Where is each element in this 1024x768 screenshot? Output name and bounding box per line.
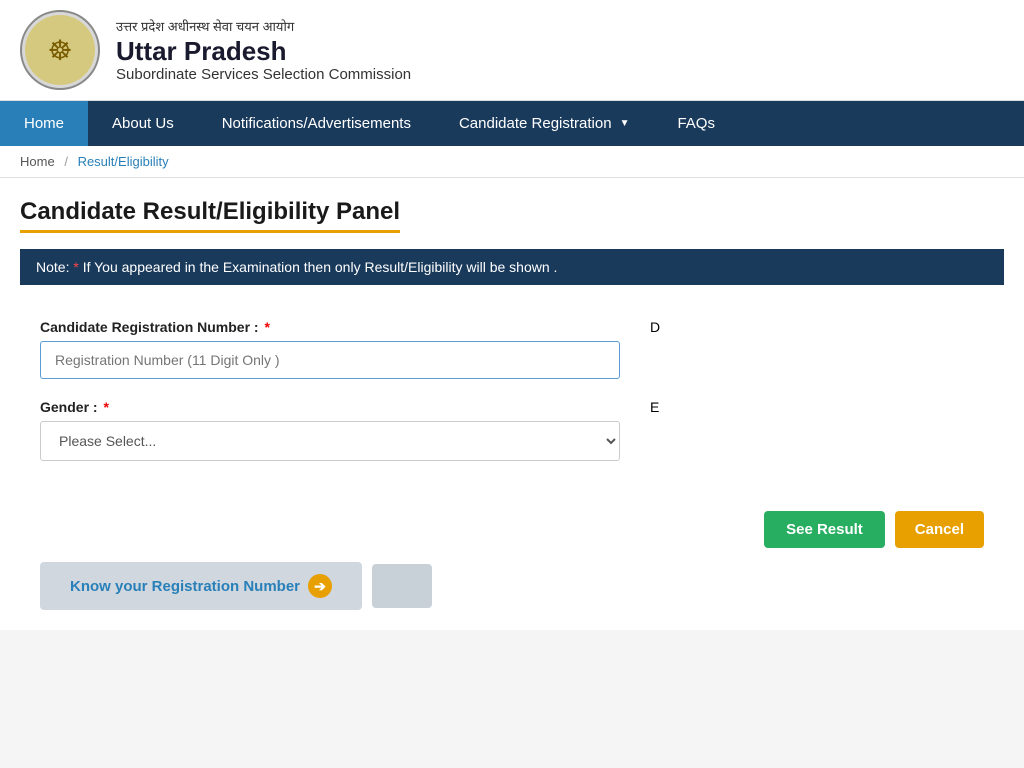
know-registration-button[interactable]: Know your Registration Number ➔ [40,562,362,610]
page-header: उत्तर प्रदेश अधीनस्थ सेवा चयन आयोग Uttar… [0,0,1024,101]
registration-number-label: Candidate Registration Number : * [40,319,620,335]
gender-group: Gender : * Please Select... Male Female … [40,399,620,461]
org-hindi-name: उत्तर प्रदेश अधीनस्थ सेवा चयन आयोग [116,17,411,35]
extra-placeholder-box [372,564,432,608]
form-area: Candidate Registration Number : * D Gend… [20,309,1004,501]
extra-field-placeholder: E [650,399,770,461]
note-text: Note: * If You appeared in the Examinati… [36,259,557,275]
breadcrumb-current[interactable]: Result/Eligibility [78,154,169,169]
nav-candidate-registration[interactable]: Candidate Registration ▼ [435,101,654,146]
page-content: Candidate Result/Eligibility Panel Note:… [0,178,1024,630]
dob-label: D [650,319,660,335]
cancel-button[interactable]: Cancel [895,511,984,548]
required-asterisk: * [264,319,269,335]
nav-about-us[interactable]: About Us [88,101,198,146]
note-bar: Note: * If You appeared in the Examinati… [20,249,1004,285]
chevron-down-icon: ▼ [620,118,630,129]
nav-notifications[interactable]: Notifications/Advertisements [198,101,435,146]
know-reg-label: Know your Registration Number [70,578,300,595]
breadcrumb-home[interactable]: Home [20,154,55,169]
form-row-2: Gender : * Please Select... Male Female … [40,399,984,461]
org-subtitle: Subordinate Services Selection Commissio… [116,66,411,83]
page-title: Candidate Result/Eligibility Panel [20,198,400,233]
breadcrumb: Home / Result/Eligibility [0,146,1024,178]
know-registration-row: Know your Registration Number ➔ [20,562,1004,630]
registration-number-group: Candidate Registration Number : * [40,319,620,379]
extra-label: E [650,399,659,415]
gender-required-asterisk: * [103,399,108,415]
nav-faqs[interactable]: FAQs [653,101,739,146]
note-label: Note: [36,259,73,275]
gender-label: Gender : * [40,399,620,415]
breadcrumb-separator: / [64,154,68,169]
main-nav: Home About Us Notifications/Advertisemen… [0,101,1024,146]
see-result-button[interactable]: See Result [764,511,885,548]
arrow-right-icon: ➔ [308,574,332,598]
registration-number-input[interactable] [40,341,620,379]
action-buttons: See Result Cancel [20,501,1004,562]
gender-select[interactable]: Please Select... Male Female Transgender [40,421,620,461]
org-logo [20,10,100,90]
org-info: उत्तर प्रदेश अधीनस्थ सेवा चयन आयोग Uttar… [116,17,411,83]
nav-home[interactable]: Home [0,101,88,146]
form-row-1: Candidate Registration Number : * D [40,319,984,379]
org-title: Uttar Pradesh [116,37,411,66]
dob-group-placeholder: D [650,319,770,379]
